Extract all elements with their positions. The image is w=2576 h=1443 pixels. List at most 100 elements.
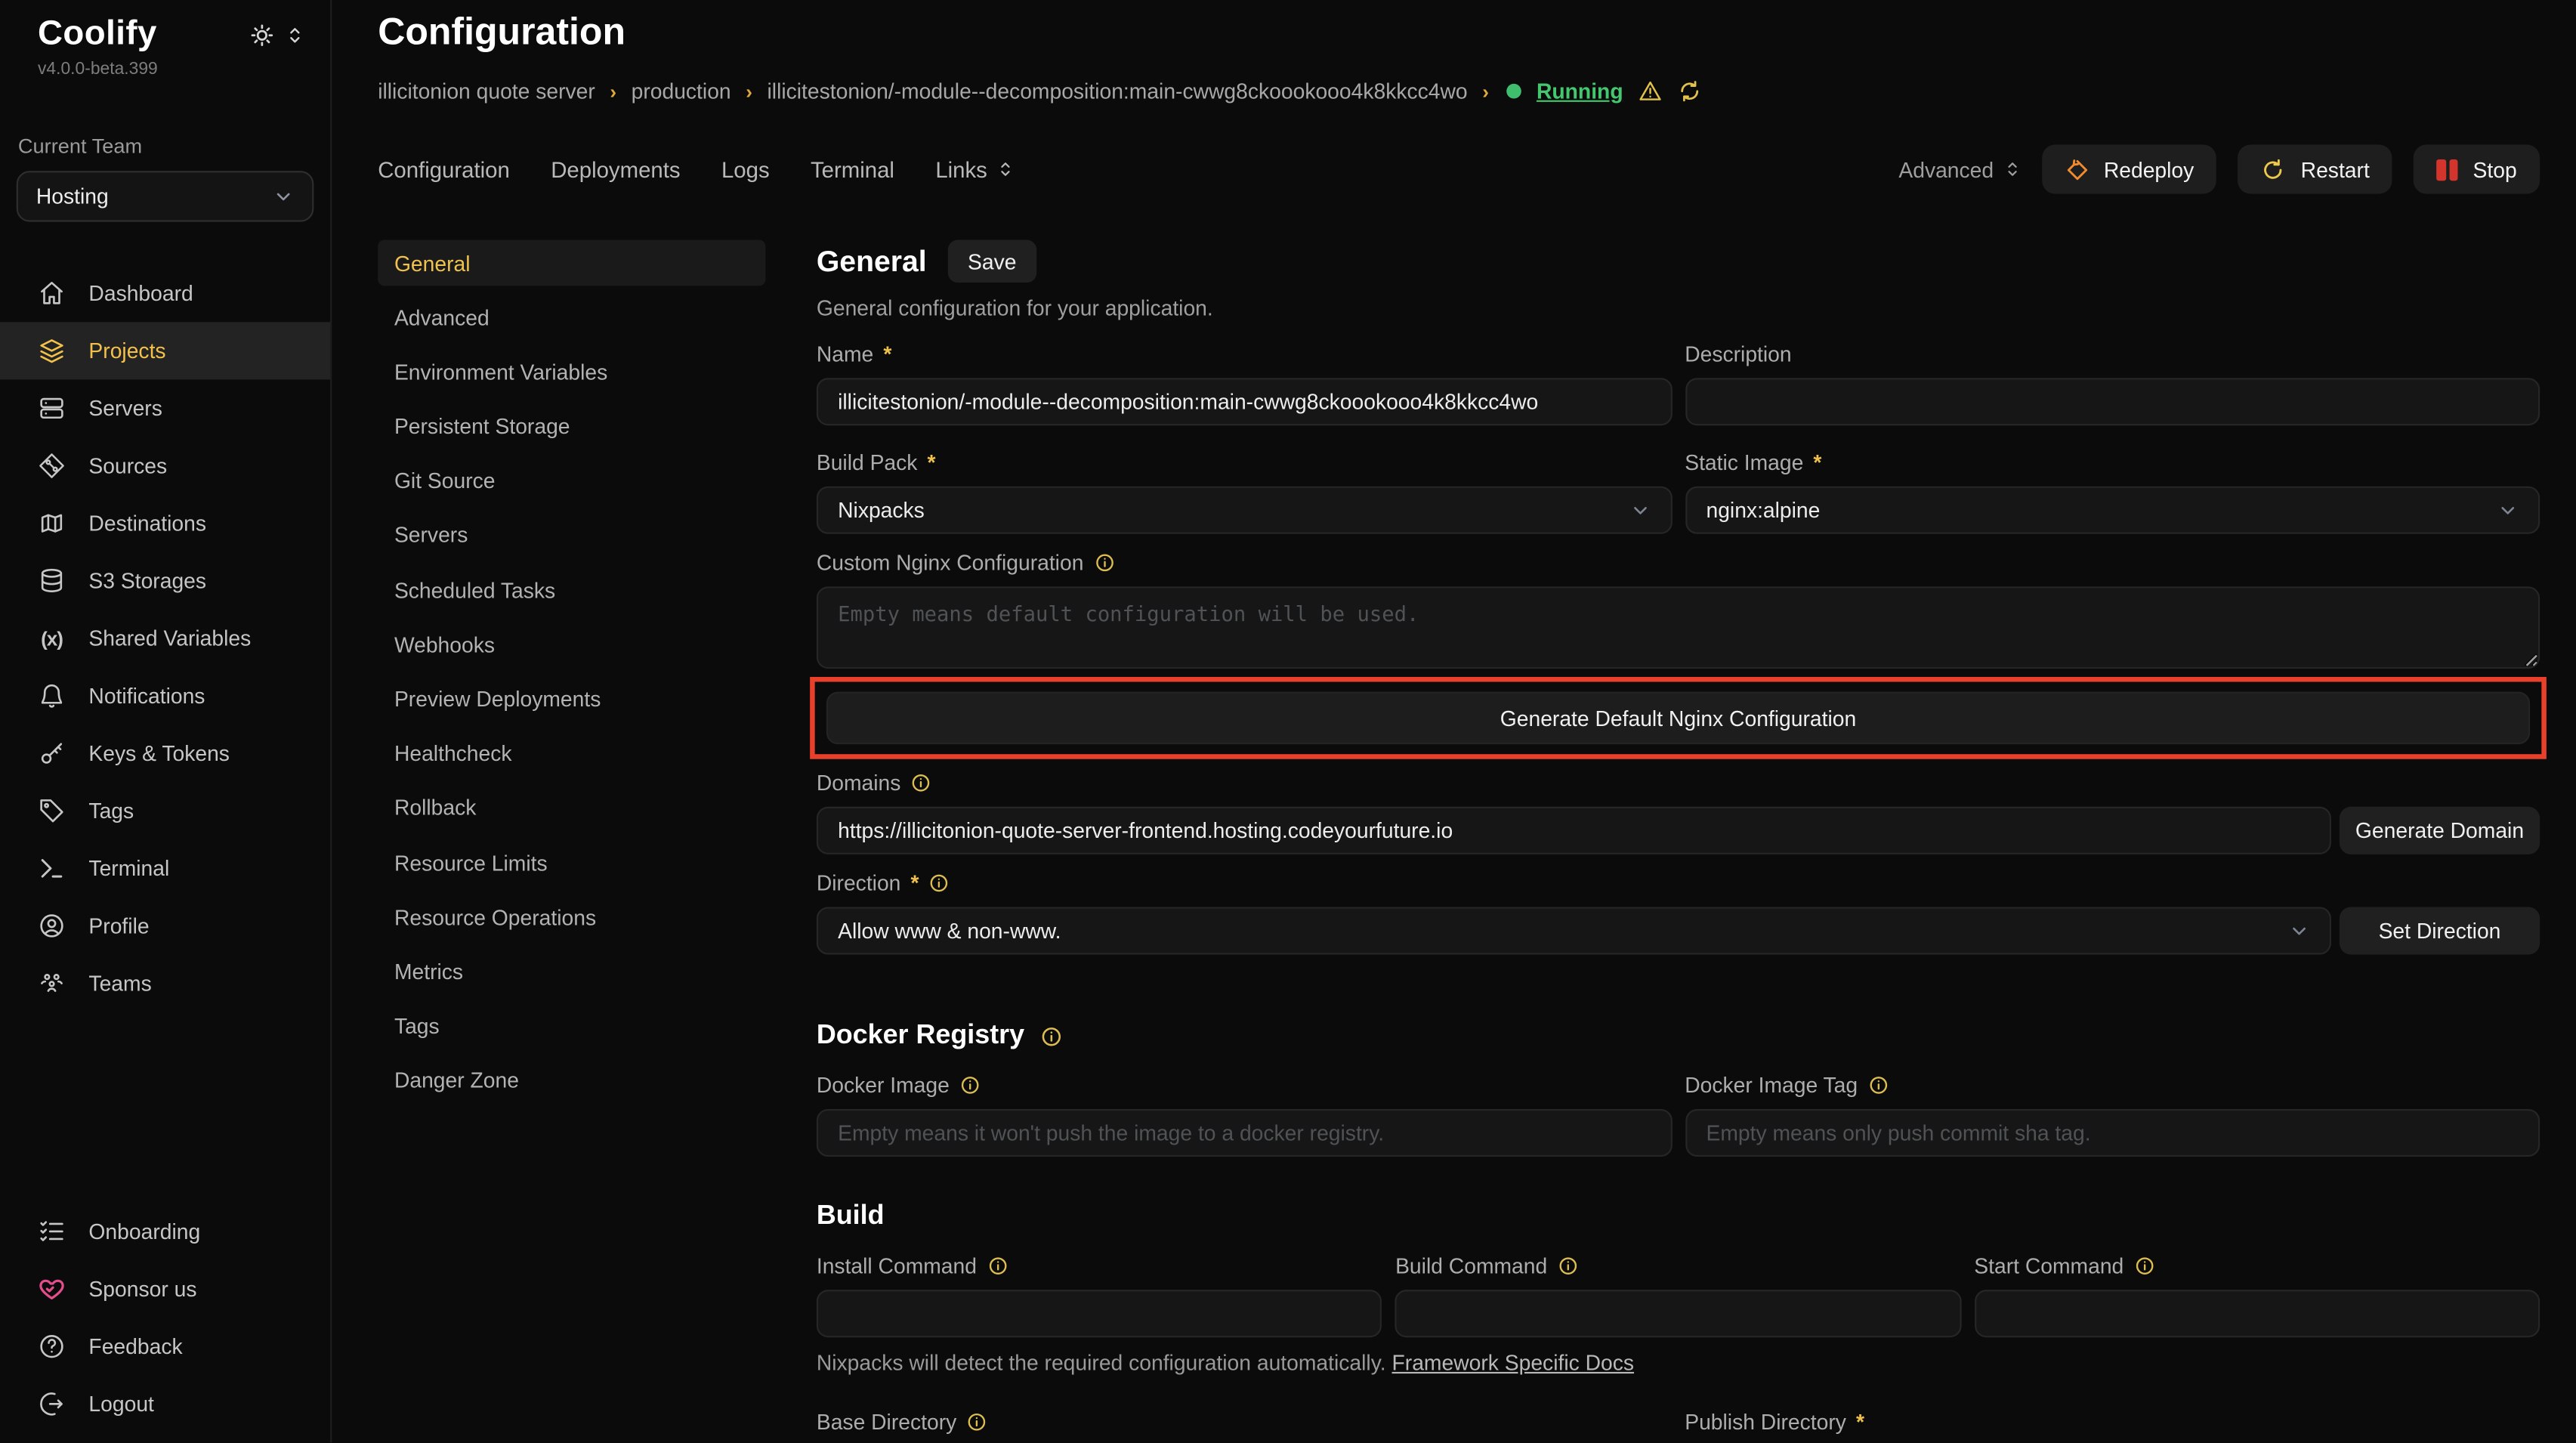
subnav-scheduled-tasks[interactable]: Scheduled Tasks: [378, 567, 765, 613]
page-title: Configuration: [332, 0, 2576, 54]
domains-field[interactable]: [817, 807, 2331, 854]
refresh-icon[interactable]: [1677, 79, 1702, 104]
subnav-preview-deployments[interactable]: Preview Deployments: [378, 676, 765, 722]
sidebar-item-servers[interactable]: Servers: [0, 379, 330, 437]
required-marker: *: [927, 450, 935, 475]
tab-deployments[interactable]: Deployments: [551, 157, 680, 182]
info-icon[interactable]: [1867, 1074, 1889, 1095]
build-command-field[interactable]: [1395, 1290, 1961, 1337]
theme-toggle[interactable]: [250, 23, 304, 48]
sidebar-item-dashboard[interactable]: Dashboard: [0, 264, 330, 322]
subnav-persistent-storage[interactable]: Persistent Storage: [378, 403, 765, 450]
info-icon[interactable]: [1557, 1256, 1578, 1277]
start-command-field[interactable]: [1974, 1290, 2540, 1337]
sidebar-item-teams[interactable]: Teams: [0, 955, 330, 1012]
subnav-servers[interactable]: Servers: [378, 512, 765, 558]
breadcrumb: illicitonion quote server › production ›…: [332, 54, 2576, 104]
info-icon[interactable]: [1039, 1024, 1062, 1047]
name-label: Name *: [817, 341, 1672, 366]
sidebar-item-logout[interactable]: Logout: [0, 1375, 329, 1432]
sidebar-item-sources[interactable]: Sources: [0, 437, 330, 494]
subnav-git-source[interactable]: Git Source: [378, 458, 765, 504]
subnav-resource-operations[interactable]: Resource Operations: [378, 895, 765, 941]
subnav-healthcheck[interactable]: Healthcheck: [378, 731, 765, 777]
install-command-field[interactable]: [817, 1290, 1382, 1337]
breadcrumb-environment[interactable]: production: [632, 79, 731, 104]
tab-configuration[interactable]: Configuration: [378, 157, 510, 182]
subnav-general[interactable]: General: [378, 240, 765, 286]
sidebar-item-tags[interactable]: Tags: [0, 782, 330, 839]
info-icon[interactable]: [959, 1074, 981, 1095]
sidebar-item-label: Terminal: [88, 856, 169, 881]
breadcrumb-application[interactable]: illicitestonion/-module--decomposition:m…: [768, 79, 1468, 104]
subnav-resource-limits[interactable]: Resource Limits: [378, 839, 765, 885]
required-marker: *: [1856, 1410, 1864, 1435]
static-image-label: Static Image *: [1685, 450, 2540, 475]
framework-docs-link[interactable]: Framework Specific Docs: [1392, 1351, 1635, 1376]
sidebar-item-sponsor-us[interactable]: Sponsor us: [0, 1260, 329, 1318]
generate-domain-button[interactable]: Generate Domain: [2340, 807, 2540, 854]
buildpack-staticimage-row: Build Pack * Nixpacks Static Image *: [817, 429, 2540, 534]
name-field[interactable]: [817, 378, 1672, 425]
info-icon[interactable]: [1093, 552, 1114, 573]
docker-image-field[interactable]: [817, 1109, 1672, 1157]
warning-triangle-icon[interactable]: [1638, 79, 1663, 104]
build-pack-select[interactable]: Nixpacks: [817, 487, 1672, 534]
team-select[interactable]: Hosting: [17, 171, 314, 221]
direction-select[interactable]: Allow www & non-www.: [817, 907, 2331, 954]
static-image-select[interactable]: nginx:alpine: [1685, 487, 2540, 534]
info-icon[interactable]: [929, 873, 950, 894]
general-form: General Save General configuration for y…: [817, 240, 2540, 1443]
subnav-metrics[interactable]: Metrics: [378, 949, 765, 995]
nginx-config-label: Custom Nginx Configuration: [817, 551, 2540, 576]
advanced-menu[interactable]: Advanced: [1898, 157, 2020, 182]
sidebar-item-label: Keys & Tokens: [88, 741, 230, 766]
sidebar-item-profile[interactable]: Profile: [0, 897, 330, 954]
sidebar-item-notifications[interactable]: Notifications: [0, 667, 330, 725]
info-icon[interactable]: [987, 1256, 1008, 1277]
tab-links[interactable]: Links: [935, 157, 1013, 182]
logout-icon: [38, 1390, 66, 1418]
sidebar-item-label: Destinations: [88, 511, 206, 536]
info-icon[interactable]: [2133, 1256, 2154, 1277]
info-icon[interactable]: [966, 1411, 987, 1432]
subnav-environment-variables[interactable]: Environment Variables: [378, 349, 765, 395]
sidebar-item-keys-tokens[interactable]: Keys & Tokens: [0, 725, 330, 782]
subnav-advanced[interactable]: Advanced: [378, 295, 765, 341]
bell-icon: [38, 682, 66, 710]
save-button[interactable]: Save: [948, 240, 1036, 283]
info-icon[interactable]: [910, 772, 931, 793]
sidebar-item-s3-storages[interactable]: S3 Storages: [0, 552, 330, 610]
stop-button[interactable]: Stop: [2414, 144, 2540, 193]
subnav-tags[interactable]: Tags: [378, 1003, 765, 1049]
redeploy-button[interactable]: Redeploy: [2041, 144, 2217, 193]
set-direction-button[interactable]: Set Direction: [2340, 907, 2540, 954]
sidebar-item-label: Onboarding: [88, 1219, 200, 1244]
tab-terminal[interactable]: Terminal: [811, 157, 894, 182]
sidebar-item-feedback[interactable]: Feedback: [0, 1318, 329, 1375]
nginx-config-textarea[interactable]: [817, 586, 2540, 669]
base-directory-label: Base Directory: [817, 1410, 1672, 1435]
sidebar-item-destinations[interactable]: Destinations: [0, 495, 330, 552]
breadcrumb-project[interactable]: illicitonion quote server: [378, 79, 595, 104]
chevron-down-icon: [1629, 499, 1650, 521]
sidebar-item-terminal[interactable]: Terminal: [0, 839, 330, 897]
generate-nginx-config-button[interactable]: Generate Default Nginx Configuration: [826, 692, 2530, 745]
settings-subnav: General Advanced Environment Variables P…: [378, 240, 765, 1113]
tab-logs[interactable]: Logs: [721, 157, 770, 182]
sidebar-item-projects[interactable]: Projects: [0, 322, 330, 379]
description-field[interactable]: [1685, 378, 2540, 425]
sidebar-item-shared-variables[interactable]: (x) Shared Variables: [0, 610, 330, 667]
build-pack-value: Nixpacks: [838, 498, 925, 523]
build-commands-row: Install Command Build Command: [817, 1232, 2540, 1337]
subnav-rollback[interactable]: Rollback: [378, 785, 765, 831]
user-circle-icon: [38, 912, 66, 940]
subnav-webhooks[interactable]: Webhooks: [378, 622, 765, 668]
sidebar-item-label: Notifications: [88, 684, 205, 709]
git-source-icon: [38, 452, 66, 480]
restart-button[interactable]: Restart: [2238, 144, 2392, 193]
docker-image-tag-field[interactable]: [1685, 1109, 2540, 1157]
subnav-danger-zone[interactable]: Danger Zone: [378, 1058, 765, 1104]
status-badge[interactable]: Running: [1537, 79, 1623, 104]
sidebar-item-onboarding[interactable]: Onboarding: [0, 1203, 329, 1260]
